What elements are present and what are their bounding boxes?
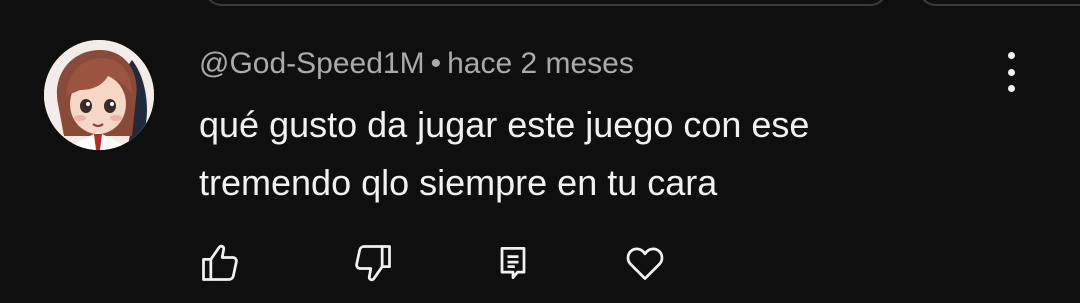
meta-separator: • bbox=[430, 47, 442, 80]
comment-line: tremendo qlo siempre en tu cara bbox=[199, 162, 718, 203]
heart-button[interactable] bbox=[622, 240, 668, 286]
heart-icon bbox=[626, 247, 664, 280]
more-vertical-icon-dot bbox=[1007, 85, 1015, 92]
comment-time[interactable]: hace 2 meses bbox=[447, 47, 634, 80]
avatar-image bbox=[44, 40, 154, 150]
thumbs-up-icon bbox=[202, 244, 238, 281]
comment-text: qué gusto da jugar este juego con ese tr… bbox=[199, 96, 959, 212]
top-chip-right[interactable] bbox=[918, 0, 1080, 6]
more-vertical-icon-dot bbox=[1007, 68, 1015, 76]
top-chip-left[interactable] bbox=[204, 0, 888, 6]
like-button[interactable] bbox=[197, 240, 243, 286]
avatar[interactable] bbox=[44, 40, 154, 150]
more-options-button[interactable] bbox=[994, 52, 1028, 92]
author-handle[interactable]: @God-Speed1M bbox=[199, 47, 425, 80]
more-vertical-icon bbox=[1007, 52, 1015, 59]
thumbs-down-icon bbox=[355, 245, 391, 282]
reply-comment-icon bbox=[500, 246, 526, 280]
comment-meta: @God-Speed1M • hace 2 meses bbox=[199, 44, 634, 84]
dislike-button[interactable] bbox=[350, 240, 396, 286]
comment-line: qué gusto da jugar este juego con ese bbox=[199, 104, 810, 145]
reply-button[interactable] bbox=[490, 240, 536, 286]
